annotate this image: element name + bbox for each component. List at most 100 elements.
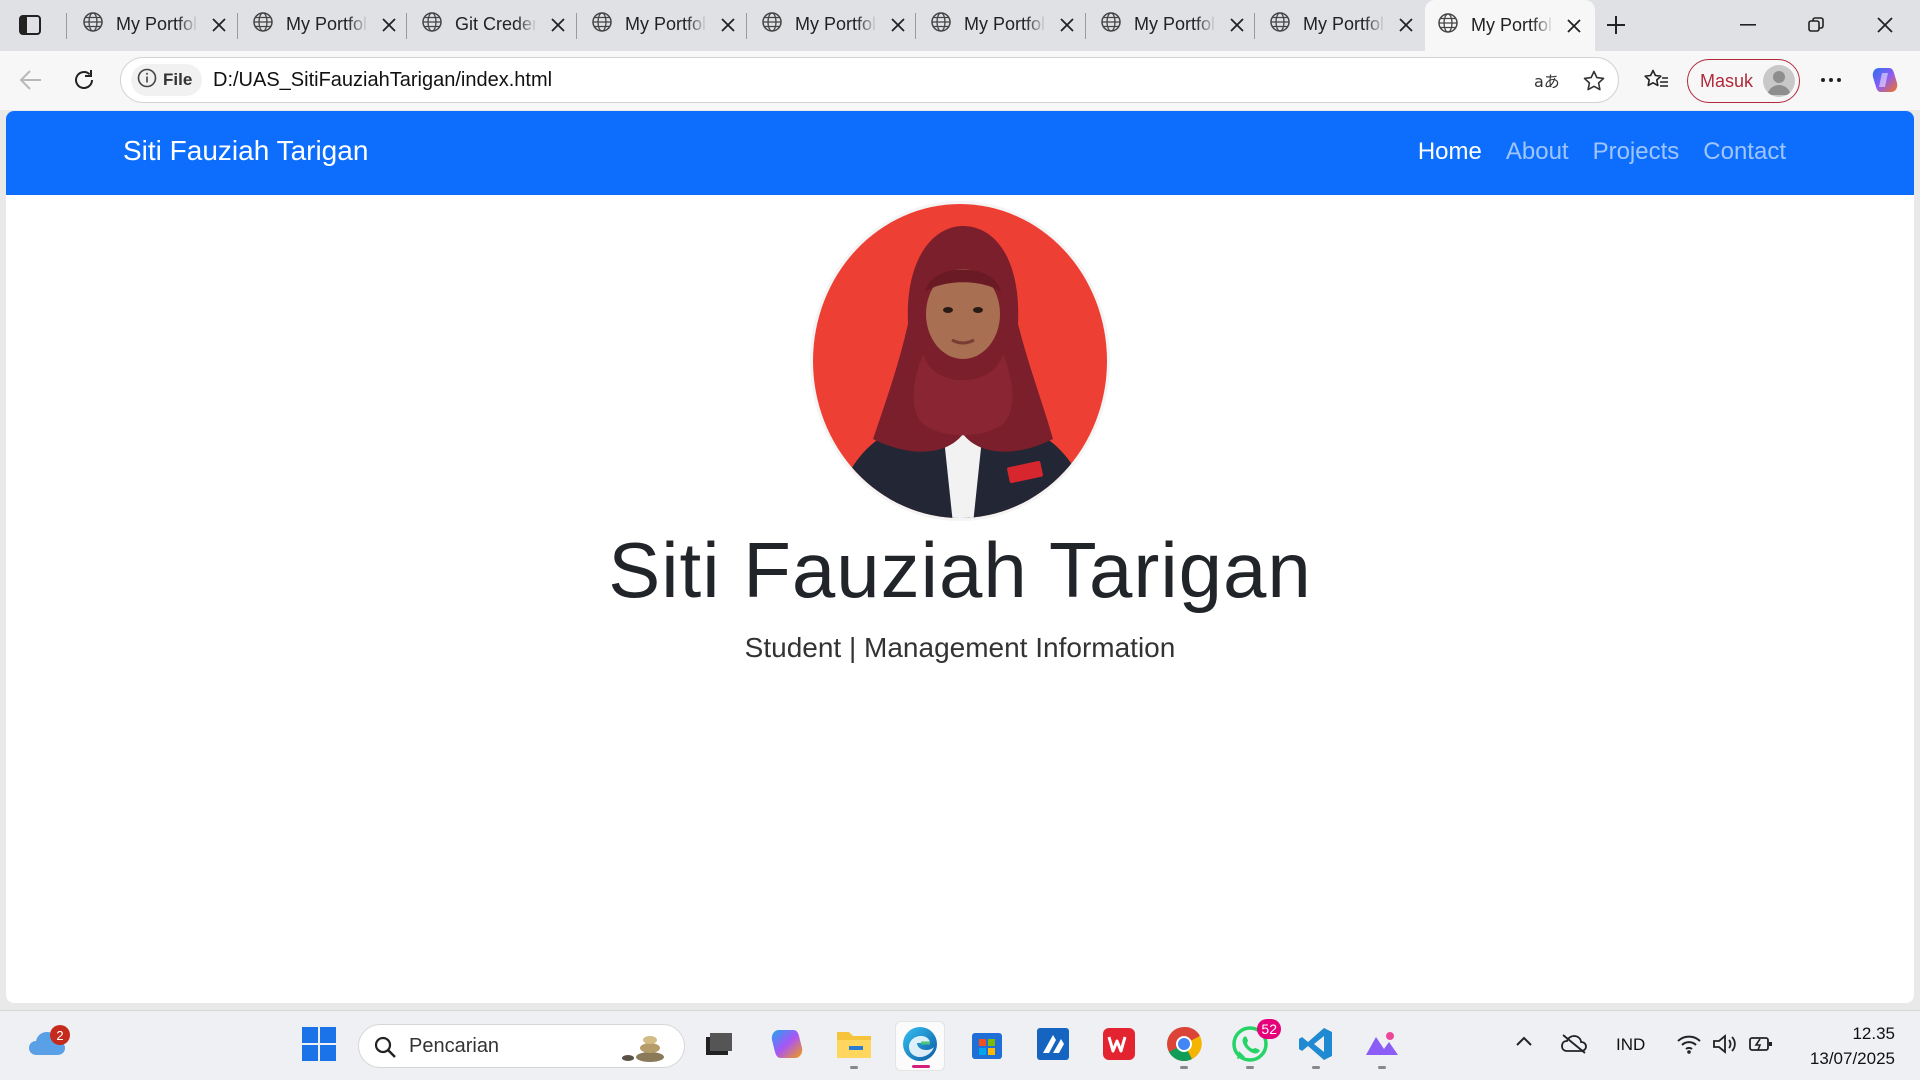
refresh-button[interactable]: [64, 60, 104, 100]
address-bar[interactable]: File D:/UAS_SitiFauziahTarigan/index.htm…: [120, 57, 1619, 103]
edge-icon: [901, 1025, 939, 1068]
language-indicator[interactable]: IND: [1616, 1035, 1645, 1055]
copilot-app[interactable]: [762, 1021, 812, 1071]
tab-close-icon[interactable]: [1226, 14, 1248, 36]
copilot-icon[interactable]: [1866, 61, 1904, 99]
chrome-icon: [1166, 1026, 1202, 1067]
running-indicator: [1378, 1066, 1386, 1069]
browser-tab[interactable]: My Portfolio: [579, 2, 749, 47]
vscode-app[interactable]: [1291, 1021, 1341, 1071]
tab-title: My Portfolio: [1303, 14, 1385, 34]
globe-icon: [1100, 11, 1122, 38]
weather-widget[interactable]: 2: [22, 1021, 72, 1071]
tab-close-icon[interactable]: [1395, 14, 1417, 36]
nav-link-contact[interactable]: Contact: [1703, 138, 1786, 166]
start-icon: [302, 1026, 336, 1066]
browser-tab[interactable]: My Portfolio: [1425, 0, 1595, 51]
tab-separator: [66, 13, 67, 39]
hero-name: Siti Fauziah Tarigan: [608, 526, 1312, 614]
more-options-icon[interactable]: [1812, 61, 1850, 99]
svg-text:aあ: aあ: [1534, 72, 1560, 91]
browser-tab[interactable]: Git Credentials: [409, 2, 579, 47]
running-indicator: [1246, 1066, 1254, 1069]
browser-tab[interactable]: My Portfolio: [240, 2, 410, 47]
nav-link-about[interactable]: About: [1506, 138, 1569, 166]
taskbar-search[interactable]: Pencarian: [358, 1024, 685, 1068]
favorite-star-icon[interactable]: [1579, 66, 1609, 96]
sign-in-button[interactable]: Masuk: [1687, 59, 1800, 103]
system-clock[interactable]: 12.35 13/07/2025: [1795, 1021, 1895, 1071]
globe-icon: [82, 11, 104, 38]
tab-separator: [576, 13, 577, 39]
hero-subtitle: Student | Management Information: [744, 632, 1176, 663]
search-highlight-stones-icon: [620, 1031, 666, 1069]
close-window-button[interactable]: [1854, 0, 1916, 50]
tab-title: My Portfolio: [964, 14, 1046, 34]
tab-close-icon[interactable]: [887, 14, 909, 36]
new-tab-button[interactable]: [1598, 9, 1634, 41]
browser-tab[interactable]: My Portfolio: [918, 2, 1088, 47]
globe-icon: [252, 11, 274, 38]
edge-app[interactable]: [895, 1021, 945, 1071]
nav-link-projects[interactable]: Projects: [1593, 138, 1680, 166]
microsoft-store-app[interactable]: [962, 1021, 1012, 1071]
tab-close-icon[interactable]: [208, 14, 230, 36]
vscode-icon: [1298, 1026, 1334, 1067]
tab-close-icon[interactable]: [378, 14, 400, 36]
tab-title: My Portfolio: [286, 14, 368, 34]
tab-title: My Portfolio: [795, 14, 877, 34]
browser-toolbar: File D:/UAS_SitiFauziahTarigan/index.htm…: [0, 51, 1920, 110]
read-aloud-icon[interactable]: aあ: [1532, 66, 1562, 96]
browser-tab[interactable]: My Portfolio: [1257, 2, 1427, 47]
browser-tab[interactable]: My Portfolio: [749, 2, 919, 47]
volume-icon[interactable]: [1712, 1033, 1738, 1055]
profile-avatar-icon: [1763, 65, 1795, 97]
browser-tab[interactable]: My Portfolio: [1088, 2, 1258, 47]
photos-icon: [1364, 1029, 1400, 1064]
onedrive-offline-icon[interactable]: [1560, 1033, 1588, 1055]
start-button[interactable]: [294, 1021, 344, 1071]
tab-close-icon[interactable]: [547, 14, 569, 36]
nav-links: Home About Projects Contact: [1418, 138, 1786, 166]
wps-office-app[interactable]: [1094, 1021, 1144, 1071]
file-explorer-icon: [835, 1028, 873, 1065]
tab-separator: [237, 13, 238, 39]
editor-icon: [1036, 1027, 1070, 1066]
copilot-app-icon: [769, 1028, 805, 1065]
battery-charging-icon[interactable]: [1748, 1033, 1774, 1055]
chrome-app[interactable]: [1159, 1021, 1209, 1071]
task-view-button[interactable]: [694, 1021, 744, 1071]
nav-link-home[interactable]: Home: [1418, 138, 1482, 166]
clock-time: 12.35: [1852, 1024, 1895, 1043]
back-button[interactable]: [10, 60, 50, 100]
tab-separator: [1085, 13, 1086, 39]
tab-close-icon[interactable]: [1056, 14, 1078, 36]
active-indicator: [912, 1065, 930, 1068]
globe-icon: [761, 11, 783, 38]
tab-separator: [746, 13, 747, 39]
file-explorer-app[interactable]: [829, 1021, 879, 1071]
running-indicator: [850, 1066, 858, 1069]
sign-in-label: Masuk: [1700, 70, 1754, 91]
minimize-button[interactable]: [1717, 0, 1779, 50]
url-text[interactable]: D:/UAS_SitiFauziahTarigan/index.html: [213, 69, 552, 92]
navbar-brand[interactable]: Siti Fauziah Tarigan: [123, 135, 368, 167]
weather-badge: 2: [50, 1025, 70, 1045]
wifi-icon[interactable]: [1676, 1033, 1702, 1055]
tab-title: My Portfolio: [625, 14, 707, 34]
running-indicator: [1180, 1066, 1188, 1069]
photos-app[interactable]: [1357, 1021, 1407, 1071]
tab-close-icon[interactable]: [717, 14, 739, 36]
favorites-icon[interactable]: [1637, 61, 1675, 99]
tab-actions-icon[interactable]: [12, 10, 48, 40]
site-info-chip[interactable]: File: [131, 64, 203, 96]
microsoft-store-icon: [970, 1027, 1004, 1066]
editor-app[interactable]: [1028, 1021, 1078, 1071]
whatsapp-app[interactable]: 52: [1225, 1019, 1281, 1071]
show-hidden-icons-chevron-icon[interactable]: [1515, 1035, 1533, 1047]
tab-title: My Portfolio: [1134, 14, 1216, 34]
browser-tab[interactable]: My Portfolio: [70, 2, 240, 47]
tab-close-icon[interactable]: [1563, 15, 1585, 37]
restore-button[interactable]: [1785, 0, 1847, 50]
globe-icon: [591, 11, 613, 38]
